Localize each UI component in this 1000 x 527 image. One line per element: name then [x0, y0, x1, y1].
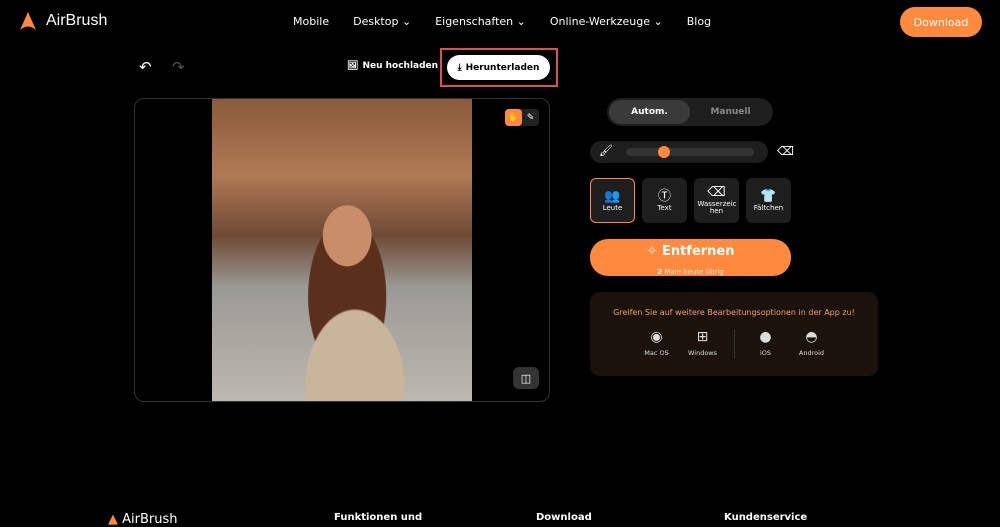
remove-button[interactable]: ✧ Entfernen 2 Male heute übrig	[590, 239, 791, 276]
eraser-icon[interactable]: ⌫	[777, 144, 794, 158]
app-label: iOS	[759, 349, 772, 357]
herunterladen-button[interactable]: ⤓ Herunterladen	[447, 55, 550, 80]
app-promo: Greifen Sie auf weitere Bearbeitungsopti…	[590, 292, 878, 376]
download-button[interactable]: Download	[900, 7, 982, 37]
brush-icon[interactable]: ✎	[522, 109, 539, 126]
nav-blog[interactable]: Blog	[687, 15, 711, 28]
app-windows[interactable]: ⊞ Windows	[688, 329, 718, 359]
category-text[interactable]: Ⓣ Text	[642, 178, 687, 223]
category-label: Leute	[602, 203, 623, 212]
nav-desktop[interactable]: Desktop ⌄	[353, 15, 411, 28]
macos-icon: ◉	[650, 329, 663, 345]
slider-track[interactable]	[626, 146, 754, 158]
apple-icon: ●	[759, 329, 772, 345]
canvas-tools: ✋ ✎	[505, 109, 539, 126]
text-icon: Ⓣ	[657, 188, 671, 204]
photo	[212, 99, 472, 401]
slider-handle[interactable]	[658, 146, 671, 158]
airbrush-logo-icon: ▲	[108, 512, 118, 527]
people-icon: 👥	[604, 188, 621, 204]
category-faeltchen[interactable]: 👕 Fältchen	[746, 178, 791, 223]
category-label: Wasserzeic hen	[697, 200, 737, 215]
upload-label: Neu hochladen	[362, 61, 439, 71]
app-label: Windows	[687, 349, 717, 357]
nav-online-werkzeuge[interactable]: Online-Werkzeuge ⌄	[550, 15, 663, 28]
hand-icon[interactable]: ✋	[505, 109, 522, 126]
app-macos[interactable]: ◉ Mac OS	[642, 329, 672, 359]
upload-new-button[interactable]: 🖼 Neu hochladen	[347, 61, 438, 71]
category-label: Fältchen	[753, 203, 784, 212]
category-wasserzeichen[interactable]: ⌫ Wasserzeic hen	[694, 178, 739, 223]
app-label: Android	[798, 349, 825, 357]
compare-icon[interactable]: ◫	[513, 367, 539, 389]
nav-label: Online-Werkzeuge	[549, 15, 651, 28]
mode-auto[interactable]: Autom.	[609, 100, 690, 124]
nav-mobile[interactable]: Mobile	[293, 15, 329, 28]
logo[interactable]: AirBrush	[18, 11, 107, 31]
airbrush-logo-icon	[20, 12, 36, 30]
category-list: 👥 Leute Ⓣ Text ⌫ Wasserzeic hen 👕 Fältchen	[590, 178, 791, 223]
remaining-count: 2	[657, 268, 663, 276]
nav-label: Eigenschaften	[435, 15, 514, 28]
shirt-icon: 👕	[760, 188, 777, 204]
remaining-text: Male heute übrig	[664, 268, 724, 276]
app-label: Mac OS	[644, 349, 669, 357]
divider	[733, 329, 735, 359]
herunterladen-label: Herunterladen	[465, 62, 540, 73]
mode-manual[interactable]: Manuell	[690, 100, 771, 124]
magic-erase-icon: ✧	[646, 244, 658, 259]
footer-col-download: Download	[536, 512, 592, 523]
image-canvas[interactable]: ✋ ✎ ◫	[134, 98, 550, 402]
footer-col-features: Funktionen und	[334, 512, 423, 523]
nav-label: Desktop	[353, 15, 399, 28]
remove-label: Entfernen	[661, 244, 735, 259]
undo-icon[interactable]: ↶	[139, 58, 152, 76]
footer-brand-name: AirBrush	[122, 512, 178, 527]
nav-eigenschaften[interactable]: Eigenschaften ⌄	[435, 15, 526, 28]
android-icon: ◓	[805, 329, 818, 345]
brush-icon: 🖌	[599, 144, 613, 157]
image-upload-icon: 🖼	[347, 61, 359, 71]
mode-toggle: Autom. Manuell	[607, 98, 773, 126]
download-icon: ⤓	[457, 62, 462, 73]
promo-text: Greifen Sie auf weitere Bearbeitungsopti…	[613, 308, 855, 317]
redo-icon[interactable]: ↷	[172, 58, 185, 76]
app-ios[interactable]: ● iOS	[751, 329, 781, 359]
brand-name: AirBrush	[46, 12, 108, 29]
footer-brand: ▲ AirBrush	[108, 512, 178, 527]
category-leute[interactable]: 👥 Leute	[590, 178, 635, 223]
windows-icon: ⊞	[696, 329, 709, 345]
eraser-icon: ⌫	[707, 185, 726, 200]
category-label: Text	[657, 203, 672, 212]
brush-size-slider[interactable]: 🖌	[590, 141, 768, 163]
app-android[interactable]: ◓ Android	[797, 329, 827, 359]
footer-col-support: Kundenservice	[724, 512, 808, 523]
main-nav: Mobile Desktop ⌄ Eigenschaften ⌄ Online-…	[293, 15, 711, 28]
